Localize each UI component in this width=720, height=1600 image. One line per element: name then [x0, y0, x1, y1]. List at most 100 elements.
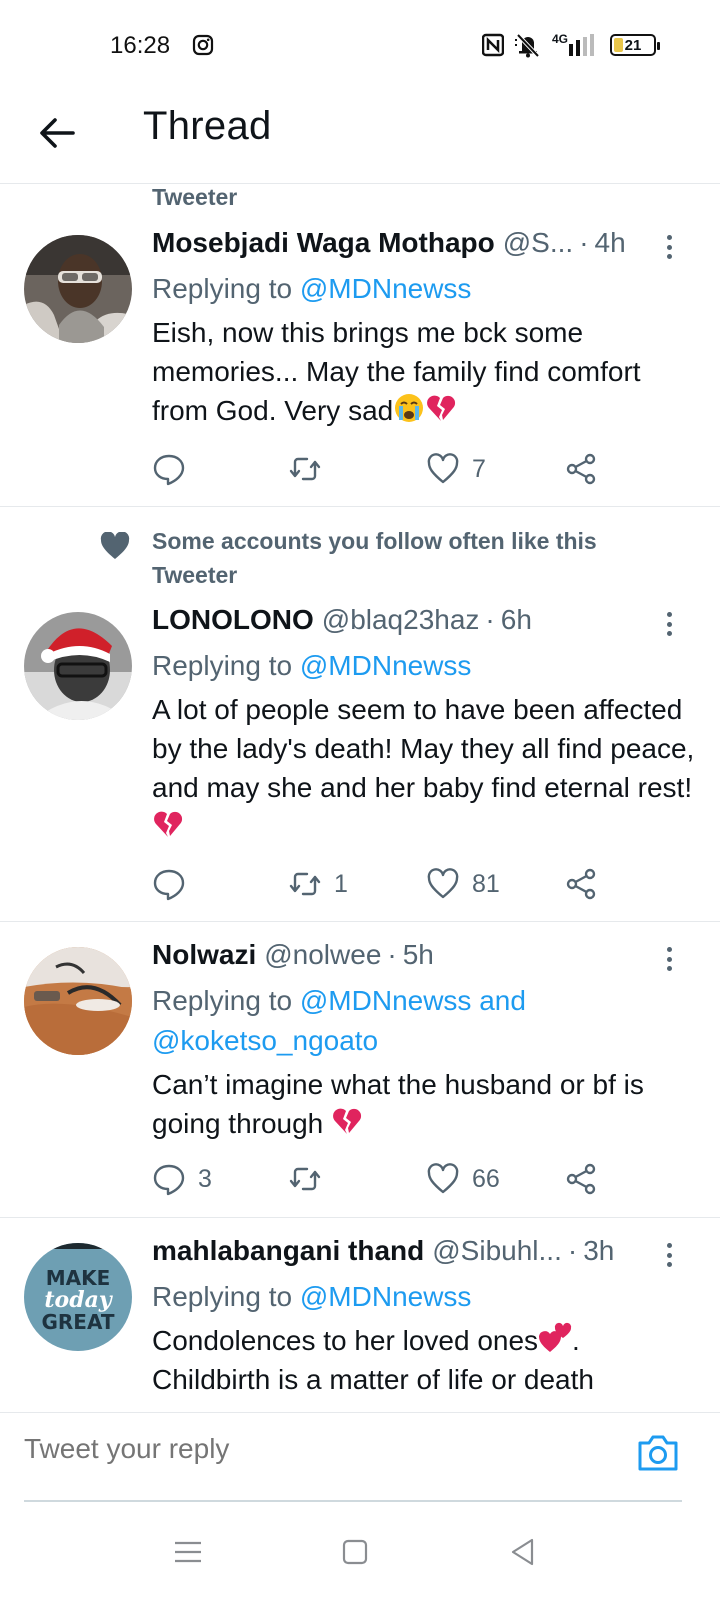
tweet-header: Mosebjadi Waga Mothapo @S... · 4h — [152, 227, 660, 267]
retweet-button[interactable] — [288, 1159, 334, 1199]
separator-dot: · — [387, 939, 397, 970]
author-handle[interactable]: @S... — [503, 227, 573, 259]
thread-feed[interactable]: Tweeter Mosebjadi Waga Mothapo @S... · 4… — [0, 185, 720, 1410]
broken-heart-emoji-icon — [154, 811, 183, 837]
retweet-button[interactable] — [288, 449, 334, 489]
mute-bell-icon — [514, 33, 540, 58]
reply-composer — [0, 1412, 720, 1502]
avatar[interactable] — [24, 612, 132, 720]
tweet-text-content: A lot of people seem to have been affect… — [152, 694, 695, 803]
avatar[interactable]: MAKE today GREAT — [24, 1243, 132, 1351]
tweet-time: 6h — [500, 604, 532, 635]
reply-icon — [153, 454, 185, 486]
avatar[interactable] — [24, 947, 132, 1055]
avatar[interactable] — [24, 235, 132, 343]
more-options-button[interactable] — [658, 606, 680, 642]
tweet-text-content: . — [572, 1325, 580, 1356]
retweet-icon — [289, 1167, 321, 1191]
mention-link[interactable]: @MDNnewss — [300, 1281, 472, 1312]
retweet-count: 1 — [334, 869, 348, 898]
share-button[interactable] — [564, 449, 598, 489]
nfc-icon — [481, 33, 504, 57]
mention-link[interactable]: @MDNnewss and — [300, 985, 526, 1016]
retweet-icon — [289, 457, 321, 481]
heart-icon — [427, 453, 459, 484]
tweet-text: Eish, now this brings me bck some memori… — [152, 313, 696, 430]
tweet[interactable]: Nolwazi @nolwee · 5h Replying to @MDNnew… — [0, 923, 720, 1218]
social-context: Tweeter — [152, 185, 238, 210]
tweet[interactable]: Tweeter Mosebjadi Waga Mothapo @S... · 4… — [0, 185, 720, 507]
avatar-image — [24, 612, 132, 720]
replying-to: Replying to @MDNnewss — [152, 269, 690, 309]
separator-dot: · — [579, 227, 589, 258]
separator-dot: · — [567, 1235, 578, 1266]
camera-icon[interactable] — [636, 1431, 680, 1475]
tweet-header: LONOLONO @blaq23haz · 6h — [152, 604, 660, 644]
mention-link[interactable]: @koketso_ngoato — [152, 1025, 378, 1056]
share-button[interactable] — [564, 864, 598, 904]
author-name[interactable]: Mosebjadi Waga Mothapo — [152, 227, 495, 259]
instagram-icon — [192, 34, 214, 56]
replying-prefix: Replying to — [152, 650, 293, 681]
back-button[interactable] — [30, 106, 84, 160]
like-button[interactable]: 7 — [426, 449, 486, 489]
status-time: 16:28 — [110, 32, 171, 59]
like-button[interactable]: 81 — [426, 864, 500, 904]
signal-icon — [569, 34, 594, 56]
retweet-button[interactable]: 1 — [288, 864, 348, 904]
author-handle[interactable]: @nolwee — [264, 939, 381, 971]
more-vertical-icon — [666, 612, 672, 617]
more-options-button[interactable] — [658, 229, 680, 265]
system-nav-bar — [0, 1505, 720, 1600]
share-icon — [566, 1163, 596, 1195]
tweet-time: 4h — [594, 227, 626, 258]
input-underline — [24, 1500, 682, 1502]
like-count: 66 — [472, 1164, 500, 1193]
broken-heart-emoji-icon — [427, 395, 456, 421]
reply-button[interactable]: 3 — [152, 1159, 212, 1199]
reply-input[interactable] — [24, 1433, 584, 1465]
replying-to: Replying to @MDNnewss and @koketso_ngoat… — [152, 981, 690, 1061]
reply-icon — [153, 869, 185, 901]
author-name[interactable]: Nolwazi — [152, 939, 256, 971]
back-triangle-icon[interactable] — [506, 1535, 540, 1569]
status-indicators: 4G 21 — [481, 32, 660, 58]
more-options-button[interactable] — [658, 941, 680, 977]
mention-link[interactable]: @MDNnewss — [300, 273, 472, 304]
retweet-icon — [289, 872, 321, 896]
author-handle[interactable]: @blaq23haz — [322, 604, 480, 636]
replying-prefix: Replying to — [152, 273, 293, 304]
tweet[interactable]: Some accounts you follow often like this… — [0, 508, 720, 922]
share-button[interactable] — [564, 1159, 598, 1199]
reply-button[interactable] — [152, 864, 198, 904]
author-handle[interactable]: @Sibuhl... — [432, 1235, 562, 1267]
like-count: 81 — [472, 869, 500, 898]
network-type: 4G — [551, 32, 568, 46]
mention-link[interactable]: @MDNnewss — [300, 650, 472, 681]
more-options-button[interactable] — [658, 1237, 680, 1273]
like-button[interactable]: 66 — [426, 1159, 500, 1199]
tweet-header: Nolwazi @nolwee · 5h — [152, 939, 660, 979]
heart-icon — [427, 1163, 459, 1194]
arrow-left-icon — [40, 118, 75, 148]
home-square-icon[interactable] — [338, 1535, 372, 1569]
reply-button[interactable] — [152, 449, 198, 489]
tweet-actions: 3 66 — [152, 1159, 612, 1199]
top-bar: Thread — [0, 90, 720, 184]
replying-prefix: Replying to — [152, 1281, 293, 1312]
author-name[interactable]: LONOLONO — [152, 604, 314, 636]
replying-prefix: Replying to — [152, 985, 293, 1016]
tweet[interactable]: MAKE today GREAT mahlabangani thand @Sib… — [0, 1219, 720, 1410]
replying-to: Replying to @MDNnewss — [152, 646, 690, 686]
menu-icon[interactable] — [171, 1535, 205, 1569]
share-icon — [566, 868, 596, 900]
tweet-text-content: Condolences to her loved ones — [152, 1325, 539, 1356]
social-context: Some accounts you follow often like this… — [152, 528, 597, 588]
avatar-image: MAKE today GREAT — [24, 1243, 132, 1351]
crying-face-emoji-icon — [395, 394, 424, 422]
more-vertical-icon — [666, 1243, 672, 1248]
heart-icon — [100, 532, 130, 559]
author-name[interactable]: mahlabangani thand — [152, 1235, 424, 1267]
tweet-actions: 7 — [152, 449, 612, 489]
like-count: 7 — [472, 454, 486, 483]
